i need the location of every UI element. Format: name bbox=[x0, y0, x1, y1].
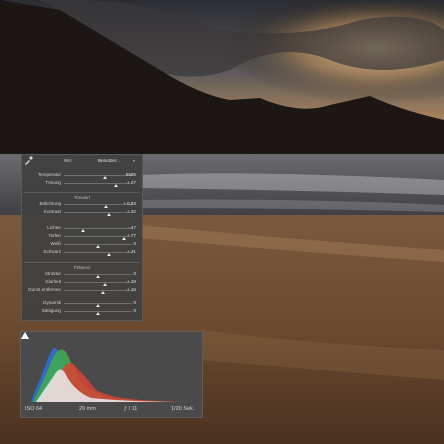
slider-value[interactable]: 0 bbox=[116, 307, 136, 315]
slider-row: Dunst entfernen + 15 bbox=[22, 286, 142, 294]
slider-value[interactable]: 0 bbox=[116, 270, 136, 278]
slider-label: Kontrast bbox=[43, 209, 61, 214]
histogram-graph bbox=[31, 348, 191, 402]
slider-label: Belichtung bbox=[39, 201, 61, 206]
slider-label: Lichter bbox=[47, 225, 61, 230]
slider-value[interactable]: + 15 bbox=[116, 286, 136, 294]
slider-value[interactable]: + 77 bbox=[116, 232, 136, 240]
wb-label: WA: bbox=[64, 158, 73, 163]
slider-value[interactable]: - 47 bbox=[116, 224, 136, 232]
slider-row: Schwarz + 31 bbox=[22, 248, 142, 256]
slider-knob[interactable] bbox=[101, 291, 106, 294]
slider-knob[interactable] bbox=[106, 253, 111, 256]
slider-row: Belichtung + 0,85 bbox=[22, 200, 142, 208]
slider-label: Struktur bbox=[44, 271, 61, 276]
iso-readout: ISO 64 bbox=[25, 406, 43, 412]
histogram-panel: ISO 64 20 mm ƒ / 11 1/20 Sek. bbox=[20, 331, 203, 418]
slider-label: Sättigung bbox=[41, 308, 61, 313]
slider-row: Sättigung 0 bbox=[22, 307, 142, 315]
slider-row: Tiefen + 77 bbox=[22, 232, 142, 240]
slider-label: Schwarz bbox=[43, 249, 61, 254]
slider-knob[interactable] bbox=[106, 213, 111, 216]
slider-row: Dynamik 0 bbox=[22, 299, 142, 307]
slider-label: Tönung bbox=[45, 180, 61, 185]
aperture-readout: ƒ / 11 bbox=[124, 406, 138, 412]
slider-knob[interactable] bbox=[95, 312, 100, 315]
chevron-down-icon[interactable]: ▾ bbox=[133, 158, 135, 163]
slider-label: Weiß bbox=[50, 241, 61, 246]
divider bbox=[24, 192, 140, 193]
slider-label: Temperatur bbox=[37, 172, 61, 177]
slider-row: Tönung + 27 bbox=[22, 179, 142, 187]
wb-header: WA: Benutzer... ▾ bbox=[22, 155, 142, 165]
slider-row: Lichter - 47 bbox=[22, 224, 142, 232]
develop-panel: WA: Benutzer... ▾ Tonwert Präsenz Temper… bbox=[21, 154, 143, 321]
slider-value[interactable]: 0 bbox=[116, 240, 136, 248]
slider-row: Kontrast + 32 bbox=[22, 208, 142, 216]
slider-row: Struktur 0 bbox=[22, 270, 142, 278]
shutter-readout: 1/20 Sek. bbox=[171, 406, 195, 412]
eyedropper-icon[interactable] bbox=[24, 156, 33, 165]
slider-row: Temperatur 5585 bbox=[22, 171, 142, 179]
wb-dropdown[interactable]: Benutzer... bbox=[98, 158, 120, 163]
slider-row: Weiß 0 bbox=[22, 240, 142, 248]
slider-row: Klarheit + 19 bbox=[22, 278, 142, 286]
slider-value[interactable]: + 0,85 bbox=[116, 200, 136, 208]
slider-value[interactable]: + 19 bbox=[116, 278, 136, 286]
slider-value[interactable]: + 32 bbox=[116, 208, 136, 216]
slider-value[interactable]: 0 bbox=[116, 299, 136, 307]
slider-label: Dunst entfernen bbox=[28, 287, 61, 292]
slider-label: Dynamik bbox=[43, 300, 61, 305]
slider-value[interactable]: + 31 bbox=[116, 248, 136, 256]
slider-label: Tiefen bbox=[48, 233, 61, 238]
focal-length-readout: 20 mm bbox=[79, 406, 96, 412]
slider-value[interactable]: + 27 bbox=[116, 179, 136, 187]
slider-label: Klarheit bbox=[45, 279, 61, 284]
divider bbox=[24, 262, 140, 263]
slider-value[interactable]: 5585 bbox=[116, 171, 136, 179]
